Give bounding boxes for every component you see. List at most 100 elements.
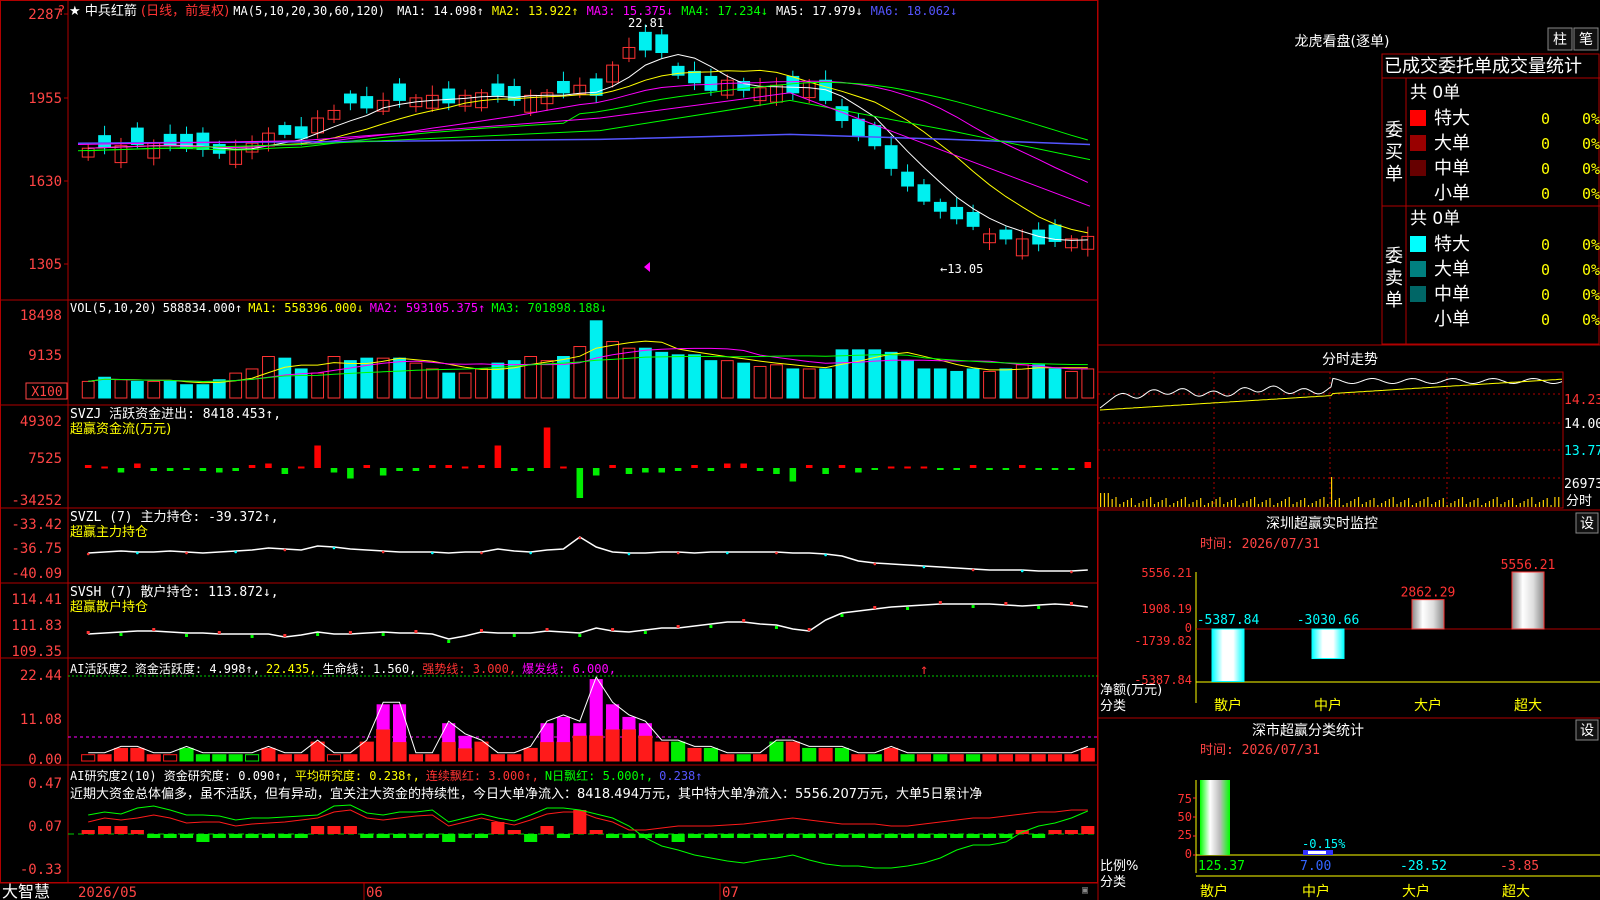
volume-bar: [491, 362, 505, 399]
flow-bar: [461, 466, 469, 469]
flow-bar: [658, 468, 666, 473]
research-bar: [835, 834, 849, 838]
intraday-vol-bar: [1184, 497, 1186, 507]
intraday-vol-bar: [1473, 500, 1475, 507]
intraday-vol-bar: [1296, 502, 1298, 507]
intraday-vol-bar: [1477, 498, 1479, 507]
activity-bar: [867, 754, 882, 762]
intraday-vol-bar: [1411, 505, 1414, 507]
intraday-vol-bar: [1169, 505, 1171, 507]
intraday-vol-bar: [1123, 502, 1125, 507]
title-part: VOL(5,10,20): [70, 301, 157, 315]
flow-bar: [740, 463, 747, 468]
activity-burst-bar: [458, 735, 472, 749]
side-label-char: 单: [1385, 290, 1403, 311]
classify-settings-label[interactable]: 设: [1580, 723, 1594, 739]
activity-burst-bar: [589, 679, 603, 736]
volume-bar: [81, 380, 95, 399]
holding-dot: [742, 619, 746, 622]
intraday-vol-bar: [1119, 504, 1121, 507]
classify-category: 超大: [1502, 884, 1530, 900]
flow-bar: [756, 468, 764, 471]
flow-bar: [134, 463, 141, 468]
research-bar: [261, 834, 276, 838]
intraday-vol-bar: [1465, 504, 1467, 507]
intraday-vol-bar: [1126, 500, 1129, 507]
intraday-vol-bar: [1542, 500, 1544, 507]
activity-burst-bar: [622, 716, 636, 730]
holding-dot: [938, 601, 942, 604]
order-count: 0: [1541, 185, 1550, 203]
stock-name: 中兵红箭: [84, 4, 137, 19]
activity-bar: [146, 754, 161, 762]
intraday-vol-bar: [1423, 499, 1425, 507]
intraday-vol-bar: [1431, 504, 1433, 507]
intraday-vol-bar: [1288, 497, 1290, 507]
volume-bar: [442, 372, 456, 399]
tick-view-label[interactable]: 笔: [1579, 32, 1593, 48]
x-tick-label: 07: [722, 885, 739, 900]
period-label[interactable]: (日线，前复权): [141, 4, 229, 19]
chart-workspace[interactable]: 228719551630130522.81←13.05184989135X100…: [0, 0, 1600, 900]
activity-bar: [769, 741, 784, 762]
activity-bar: [720, 754, 735, 762]
vol-unit-label: X100: [31, 385, 62, 400]
intraday-vol-bar: [1369, 500, 1371, 507]
monitor-value-label: 2862.29: [1401, 586, 1456, 601]
monitor-settings-label[interactable]: 设: [1580, 516, 1594, 532]
flow-bar: [117, 468, 125, 473]
side-label-char: 买: [1385, 142, 1403, 163]
research-bar: [999, 834, 1013, 838]
research-bar: [294, 834, 308, 838]
flow-bar: [969, 465, 977, 468]
intraday-vol-bar: [1292, 504, 1294, 507]
intraday-vol-bar: [1400, 502, 1402, 507]
holding-dot: [709, 625, 713, 628]
settings-icon[interactable]: ?: [58, 4, 65, 19]
order-count: 0: [1541, 311, 1550, 329]
research-bar: [720, 834, 734, 838]
intraday-vol-bar: [1188, 504, 1190, 507]
activity-bar: [376, 729, 391, 762]
activity-bar: [507, 754, 522, 762]
y-tick-label: 22.44: [20, 668, 62, 684]
research-bar: [802, 834, 816, 838]
holding-dot: [86, 552, 90, 556]
activity-bar: [228, 754, 243, 762]
flow-bar: [576, 468, 584, 498]
activity-bar: [523, 747, 538, 762]
flow-bar: [101, 466, 108, 469]
intraday-vol-bar: [1134, 505, 1136, 507]
marker-triangle: [644, 262, 650, 272]
activity-burst-bar: [556, 716, 570, 743]
holding-dot: [381, 633, 385, 636]
classify-y-tick: 0: [1185, 847, 1192, 861]
research-bar: [1048, 830, 1062, 834]
monitor-y-tick: 1908.19: [1141, 602, 1192, 616]
favorite-star-icon[interactable]: ★: [69, 4, 81, 19]
side-label-char: 委: [1385, 246, 1403, 267]
activity-burst-bar: [573, 723, 587, 736]
intraday-vol-bar: [1381, 503, 1383, 507]
research-bar: [966, 834, 980, 838]
research-bar: [704, 834, 718, 838]
volume-bar: [884, 351, 898, 399]
activity-bar: [458, 747, 473, 762]
research-bar: [982, 834, 997, 838]
research-bar: [507, 830, 521, 834]
intraday-vol-bar: [1442, 498, 1444, 507]
intraday-vol-bar: [1388, 499, 1390, 507]
ma-params: MA(5,10,20,30,60,120): [233, 4, 386, 18]
y-tick-label: -33.42: [11, 517, 62, 533]
lock-icon[interactable]: ▣: [1082, 885, 1088, 896]
intraday-vol-bar: [1523, 501, 1525, 507]
intraday-vol-bar: [1357, 497, 1360, 507]
classify-category: 中户: [1302, 883, 1330, 900]
activity-bar: [556, 741, 571, 762]
bar-view-label[interactable]: 柱: [1553, 32, 1567, 48]
monitor-bar: [1511, 571, 1545, 630]
intraday-vol-bar: [1192, 502, 1194, 507]
intraday-vol-bar: [1103, 493, 1106, 507]
signal-arrow: ↑: [920, 662, 928, 678]
order-count: 0: [1541, 160, 1550, 178]
